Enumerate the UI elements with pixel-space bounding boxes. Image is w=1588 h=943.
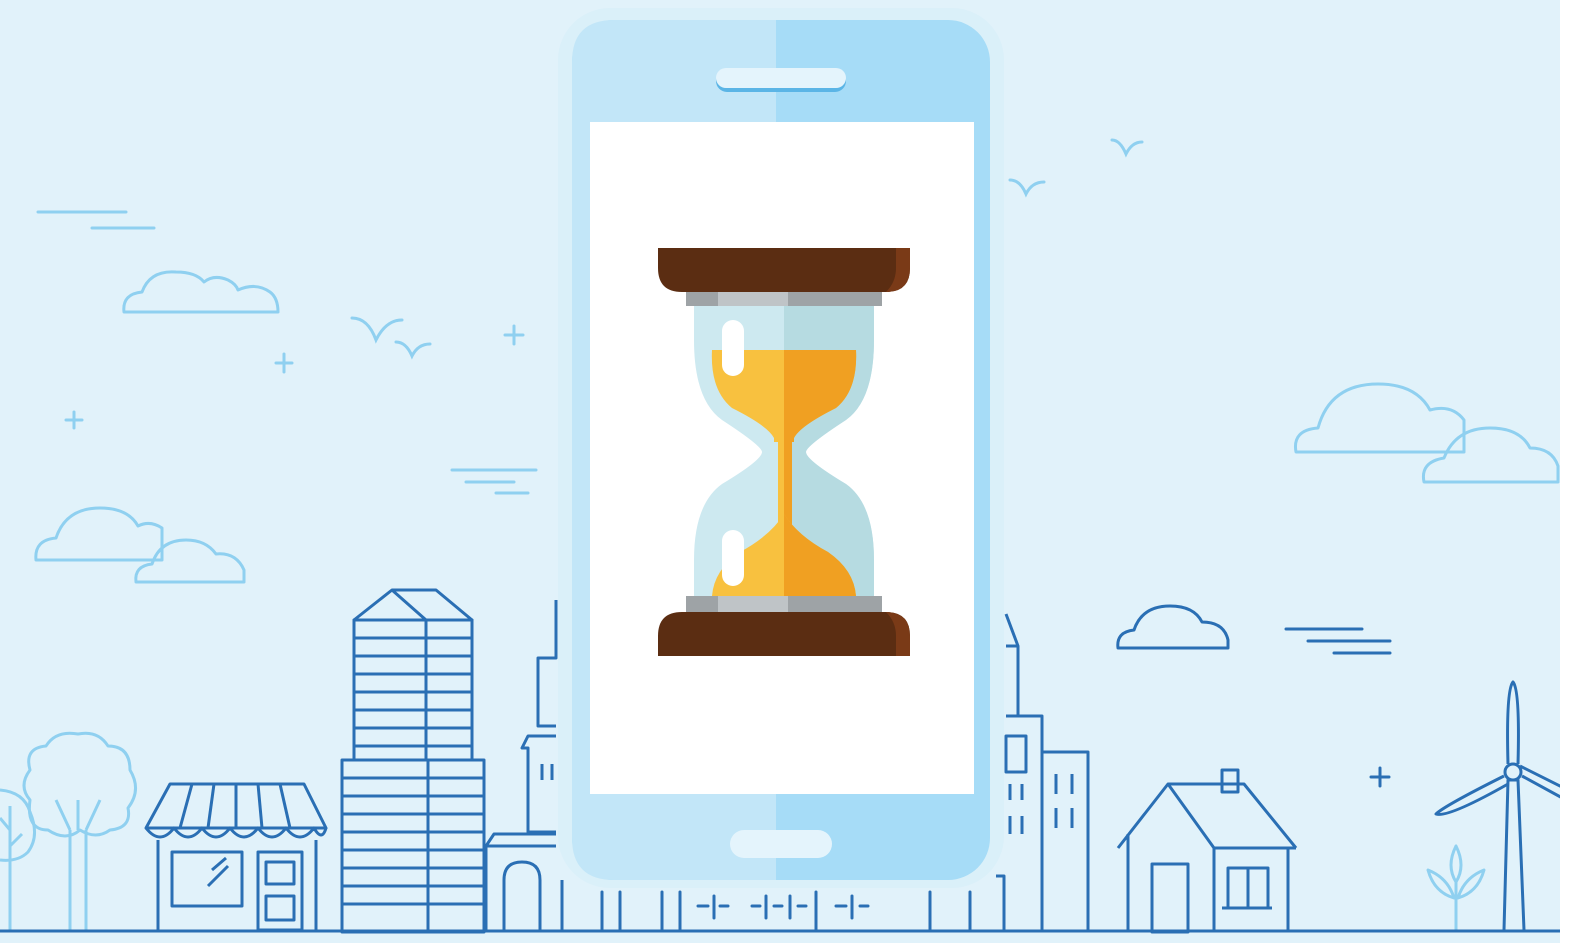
frame-edge: [1560, 0, 1588, 943]
illustration-scene: [0, 0, 1588, 943]
home-button: [730, 830, 832, 858]
